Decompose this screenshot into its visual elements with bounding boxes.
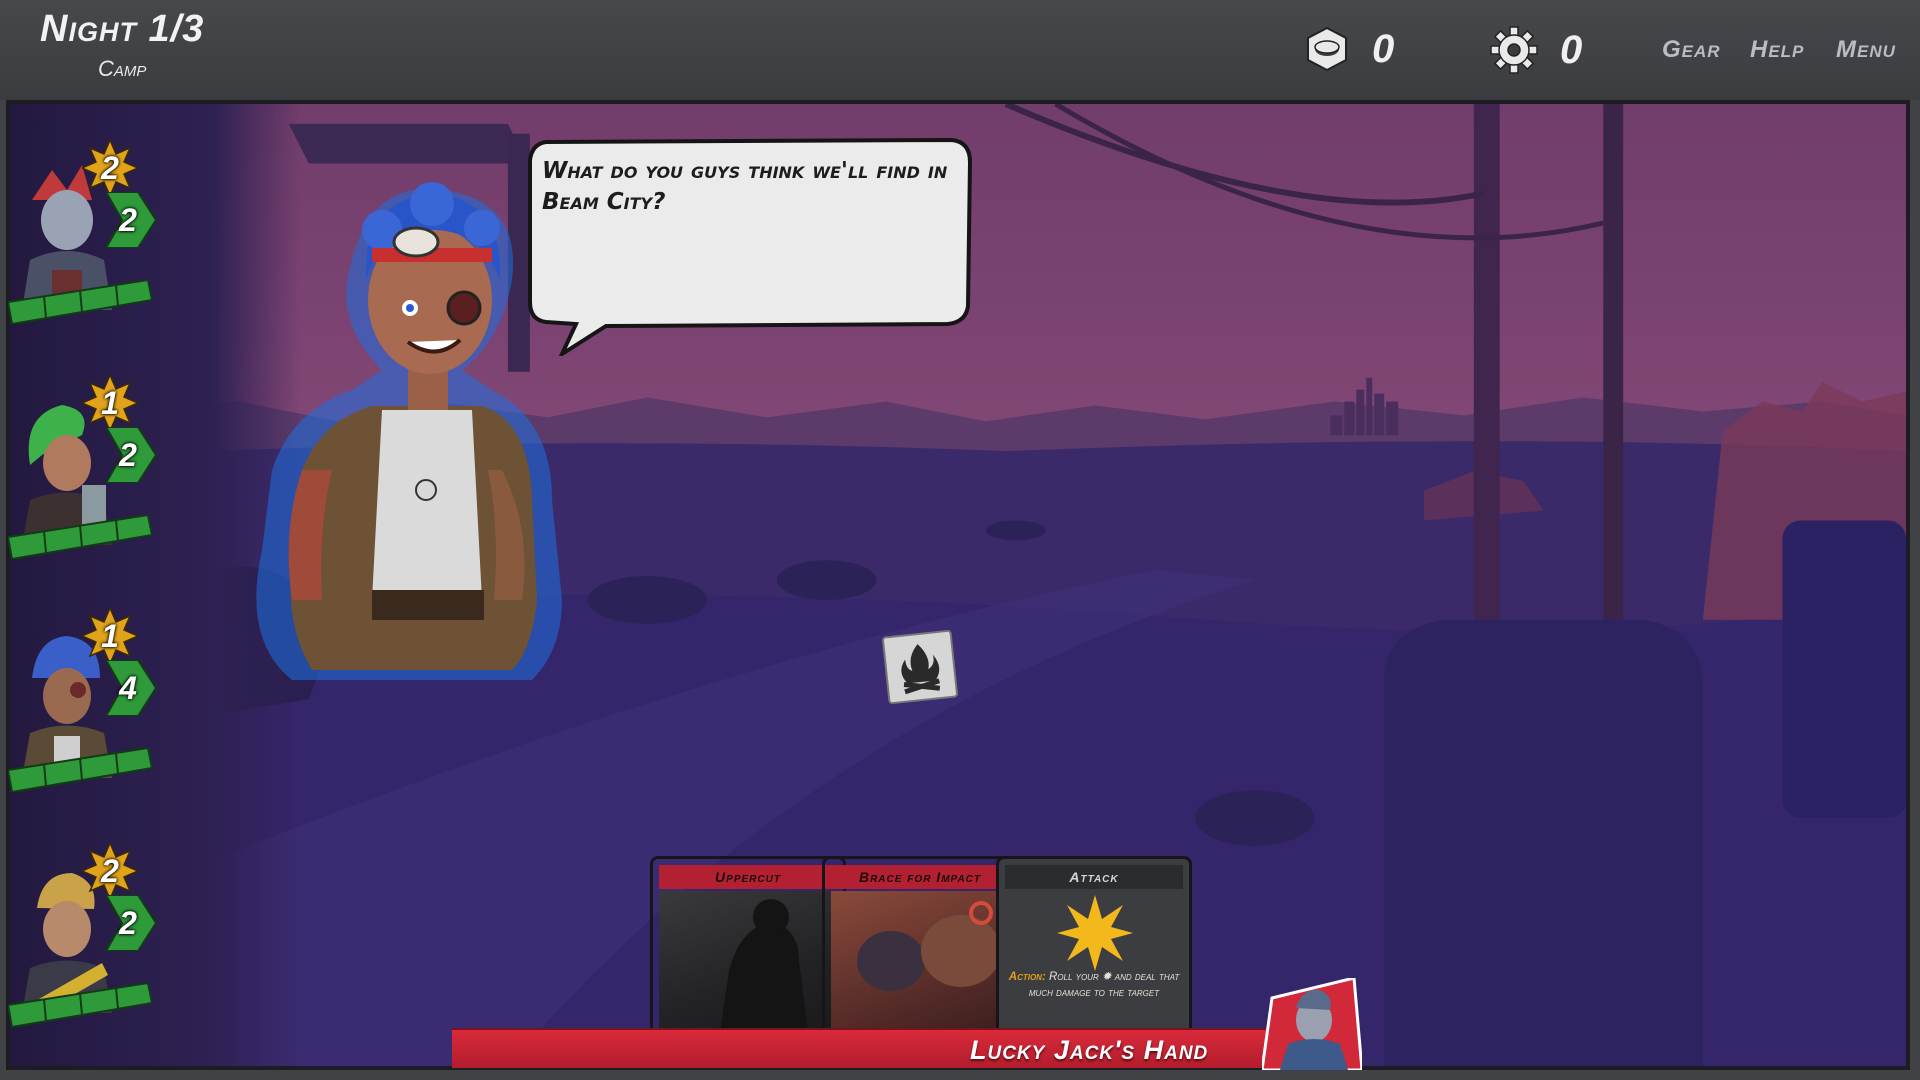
member-level: 1 xyxy=(101,384,119,421)
health-bar xyxy=(8,983,152,1027)
campfire-marker[interactable] xyxy=(881,628,960,705)
card-title: Brace for Impact xyxy=(831,865,1009,889)
card-title: Attack xyxy=(1005,865,1183,889)
member-level: 2 xyxy=(101,149,119,186)
shadow-fighter-art xyxy=(719,899,809,1033)
speaking-character xyxy=(256,182,562,680)
card-attack[interactable]: Attack Action: Roll your ✹ and deal that… xyxy=(996,856,1192,1036)
gear-icon xyxy=(1490,26,1538,74)
night-counter: Night 1/3 xyxy=(40,8,205,50)
card-brace-for-impact[interactable]: Brace for Impact xyxy=(822,856,1018,1036)
party-member-2[interactable]: 1 2 xyxy=(6,375,158,585)
gears-resource: 0 xyxy=(1490,26,1582,74)
nuts-count: 0 xyxy=(1372,26,1395,71)
member-level: 1 xyxy=(101,617,119,654)
card-uppercut[interactable]: Uppercut xyxy=(650,856,846,1036)
menu-link[interactable]: Menu xyxy=(1836,36,1896,64)
lucky-jack-avatar[interactable] xyxy=(1262,978,1362,1070)
member-health: 2 xyxy=(119,201,137,238)
health-bar xyxy=(8,748,152,792)
burst-icon xyxy=(1057,895,1133,971)
member-health: 2 xyxy=(119,436,137,473)
dialogue-text: What do you guys think we'll find in Bea… xyxy=(542,158,948,215)
hand-label: Lucky Jack's Hand xyxy=(970,1034,1209,1065)
location-label: Camp xyxy=(98,56,147,81)
party-member-3[interactable]: 1 4 xyxy=(6,608,158,818)
gears-count: 0 xyxy=(1560,27,1583,72)
party-member-1[interactable]: 2 2 xyxy=(6,140,158,350)
card-action-keyword: Action: xyxy=(1008,971,1046,983)
card-action-text: Action: Roll your ✹ and deal that much d… xyxy=(1007,969,1181,1001)
card-art-brace xyxy=(831,891,1009,1033)
member-health: 2 xyxy=(119,904,137,941)
member-level: 2 xyxy=(101,852,119,889)
gear-link[interactable]: Gear xyxy=(1662,36,1721,64)
party-member-4[interactable]: 2 2 xyxy=(6,843,158,1053)
nuts-resource: 0 xyxy=(1304,26,1394,72)
card-title: Uppercut xyxy=(659,865,837,889)
card-art-uppercut xyxy=(659,891,837,1033)
card-action-description: Roll your ✹ and deal that much damage to… xyxy=(1028,971,1180,999)
member-health: 4 xyxy=(119,669,137,706)
health-bar xyxy=(8,515,152,559)
health-bar xyxy=(8,280,152,324)
help-link[interactable]: Help xyxy=(1750,36,1804,64)
fists-art xyxy=(857,901,1001,991)
top-bar: Night 1/3 Camp 0 0 Gear Help Menu xyxy=(0,0,1920,100)
hex-nut-icon xyxy=(1307,26,1347,72)
